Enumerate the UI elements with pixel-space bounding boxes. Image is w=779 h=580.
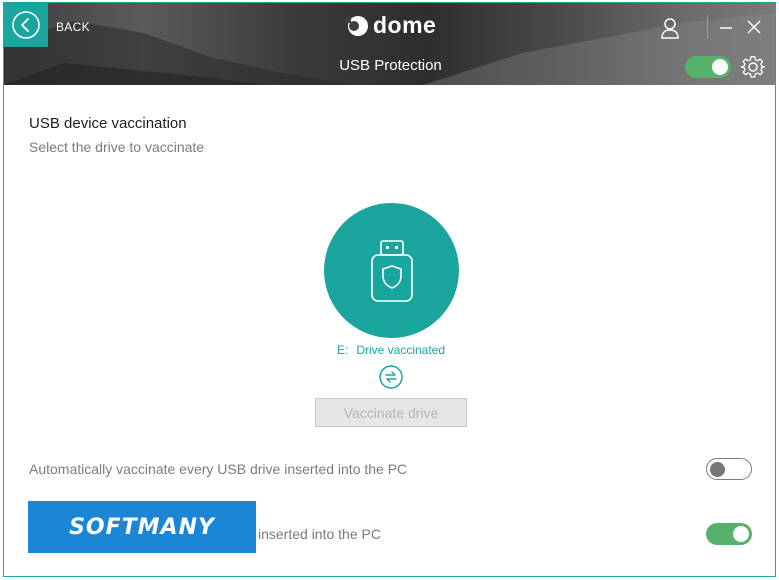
header-divider	[707, 15, 708, 39]
usb-protection-toggle[interactable]	[685, 56, 731, 78]
drive-status: E: Drive vaccinated	[244, 343, 538, 357]
section-subtitle: Select the drive to vaccinate	[29, 139, 205, 155]
auto-vaccinate-toggle[interactable]	[706, 458, 752, 480]
usb-shield-icon	[370, 239, 413, 302]
header-bar: BACK dome USB Protection	[4, 3, 775, 85]
toggle-knob	[712, 59, 728, 75]
chevron-left-circle-icon	[12, 11, 40, 39]
vaccinate-drive-button[interactable]: Vaccinate drive	[315, 398, 467, 427]
watermark-text: SOFTMANY	[69, 514, 215, 540]
gear-icon	[740, 56, 765, 78]
back-label[interactable]: BACK	[56, 20, 90, 34]
toggle-knob	[733, 526, 749, 542]
toggle-knob	[710, 461, 725, 477]
minimize-icon	[720, 27, 732, 29]
minimize-button[interactable]	[716, 17, 736, 37]
drive-status-text: Drive vaccinated	[356, 343, 446, 357]
watermark-logo: SOFTMANY	[28, 501, 256, 553]
panda-logo-icon	[345, 15, 368, 36]
page-title: USB Protection	[339, 57, 442, 74]
back-button[interactable]	[4, 3, 48, 47]
user-icon	[661, 18, 679, 39]
close-icon	[747, 20, 761, 34]
app-logo: dome	[345, 12, 436, 39]
drive-letter: E:	[336, 343, 349, 357]
second-option-label: inserted into the PC	[258, 526, 381, 542]
usb-drive-button[interactable]	[324, 203, 459, 338]
second-option-toggle[interactable]	[706, 523, 752, 545]
app-window: BACK dome USB Protection USB device vacc…	[3, 2, 776, 577]
account-button[interactable]	[658, 16, 682, 40]
settings-button[interactable]	[739, 53, 767, 81]
refresh-icon	[379, 365, 403, 389]
close-button[interactable]	[744, 17, 764, 37]
logo-text: dome	[373, 12, 437, 38]
section-title: USB device vaccination	[29, 115, 187, 132]
auto-vaccinate-label: Automatically vaccinate every USB drive …	[29, 461, 408, 477]
refresh-button[interactable]	[379, 365, 403, 389]
